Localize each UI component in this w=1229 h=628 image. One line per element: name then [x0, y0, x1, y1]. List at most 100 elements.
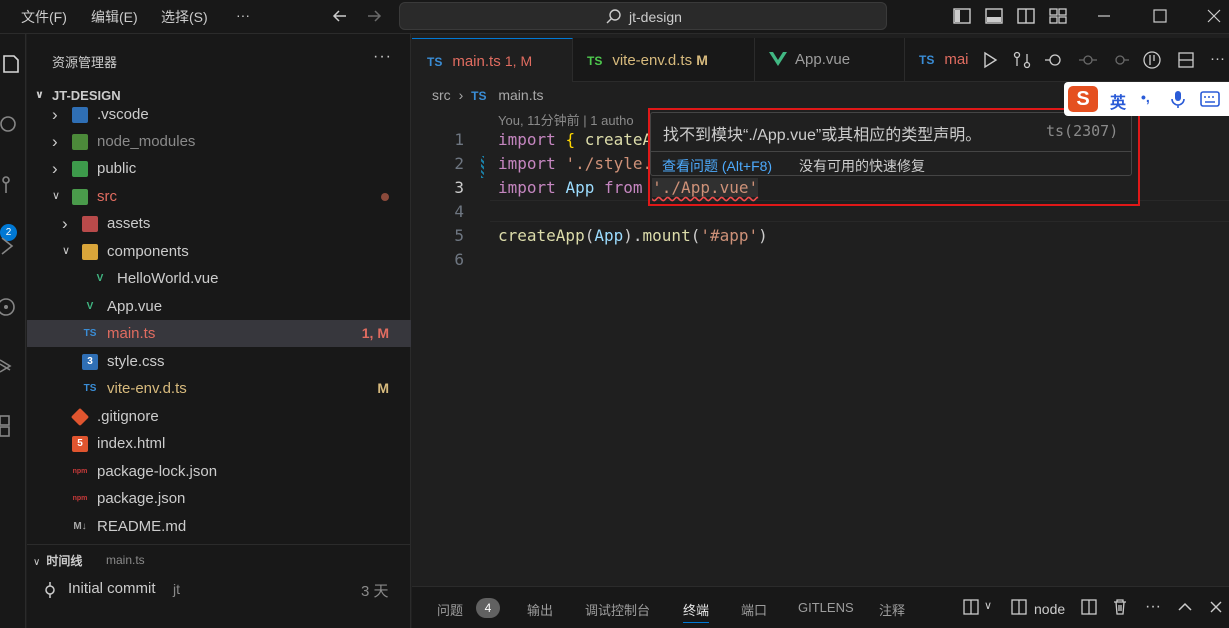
- toggle-panel-icon[interactable]: [984, 6, 1004, 26]
- tree-item[interactable]: 5 index.html: [27, 430, 411, 457]
- toggle-primary-sidebar-icon[interactable]: [952, 6, 972, 26]
- close-panel-icon[interactable]: [1207, 598, 1225, 616]
- breadcrumb-file[interactable]: main.ts: [498, 87, 543, 103]
- tab-output[interactable]: 输出: [527, 600, 553, 619]
- customize-layout-icon[interactable]: [1048, 6, 1068, 26]
- tab-app-vue[interactable]: App.vue: [755, 38, 905, 82]
- ime-punctuation-toggle[interactable]: •,: [1141, 89, 1150, 105]
- back-arrow-icon[interactable]: [330, 6, 350, 26]
- gitlens-inspect-icon[interactable]: [1143, 51, 1161, 69]
- tree-item[interactable]: V App.vue: [27, 293, 411, 320]
- tree-item[interactable]: .gitignore: [27, 403, 411, 430]
- chevron-down-icon: ∨: [62, 245, 71, 257]
- tree-item-label: HelloWorld.vue: [117, 270, 219, 287]
- sogou-logo-icon[interactable]: S: [1068, 86, 1098, 112]
- tab-main-ts[interactable]: TS main.ts 1, M: [412, 38, 573, 82]
- node-folder-icon: [72, 134, 88, 150]
- breadcrumb: src › TS main.ts: [432, 87, 543, 103]
- breadcrumb-folder[interactable]: src: [432, 87, 451, 103]
- tab-terminal[interactable]: 终端: [683, 600, 710, 623]
- line-number: 4: [454, 202, 464, 221]
- chevron-right-icon: ›: [62, 214, 68, 233]
- extensions-icon[interactable]: [0, 412, 26, 438]
- more-actions-icon[interactable]: ···: [1210, 50, 1225, 67]
- tree-item[interactable]: npm package-lock.json: [27, 458, 411, 485]
- tree-item-label: .vscode: [97, 106, 149, 123]
- tree-item[interactable]: ∨ src: [27, 183, 411, 210]
- tree-item-label: node_modules: [97, 133, 196, 150]
- split-editor-icon[interactable]: [1177, 51, 1195, 69]
- tree-item[interactable]: › .vscode: [27, 101, 411, 128]
- terminal-name[interactable]: node: [1034, 601, 1065, 617]
- timeline-compare-icon[interactable]: [1045, 51, 1063, 69]
- trash-icon[interactable]: [1111, 598, 1129, 616]
- tab-vite-env[interactable]: TS vite-env.d.ts M: [573, 38, 755, 82]
- tree-item[interactable]: TS vite-env.d.ts M: [27, 375, 411, 402]
- commit-author: jt: [173, 581, 180, 597]
- tab-problems[interactable]: 问题: [437, 600, 463, 619]
- timeline-entry[interactable]: Initial commit jt 3 天: [27, 577, 411, 603]
- tree-item-label: assets: [107, 215, 151, 232]
- timeline-header[interactable]: ∨ 时间线: [33, 552, 82, 569]
- search-view-icon[interactable]: [0, 112, 26, 138]
- gitlens-icon[interactable]: [0, 354, 26, 380]
- layout-panel-icon[interactable]: [962, 598, 980, 616]
- chevron-down-icon: ∨: [52, 190, 61, 202]
- command-center-search[interactable]: jt-design: [399, 2, 887, 30]
- tab-comments[interactable]: 注释: [879, 600, 905, 619]
- vscode-folder-icon: [72, 107, 88, 123]
- tree-item[interactable]: V HelloWorld.vue: [27, 265, 411, 292]
- tab-ports[interactable]: 端口: [741, 600, 767, 619]
- tab-main-ts-2[interactable]: TS mai: [905, 38, 977, 82]
- tree-item-label: README.md: [97, 518, 187, 535]
- assets-folder-icon: [82, 216, 98, 232]
- tree-item[interactable]: › assets: [27, 210, 411, 237]
- minimize-icon[interactable]: [1094, 6, 1114, 26]
- tree-item-label: package.json: [97, 490, 186, 507]
- tree-item[interactable]: TS main.ts 1, M: [27, 320, 411, 347]
- line-number: 5: [454, 226, 464, 245]
- menu-selection[interactable]: 选择(S): [161, 7, 208, 27]
- source-control-icon[interactable]: [0, 174, 26, 200]
- next-revision-icon[interactable]: [1111, 51, 1129, 69]
- microphone-icon[interactable]: [1170, 90, 1186, 108]
- code-text: import { createA: [498, 130, 653, 149]
- maximize-icon[interactable]: [1150, 6, 1170, 26]
- tree-item-label: .gitignore: [97, 408, 159, 425]
- compare-changes-icon[interactable]: [1013, 51, 1031, 69]
- run-debug-icon[interactable]: [0, 234, 26, 260]
- tree-item[interactable]: npm package.json: [27, 485, 411, 512]
- timeline-section: ∨ 时间线 main.ts Initial commit jt 3 天: [27, 544, 411, 628]
- components-folder-icon: [82, 244, 98, 260]
- explorer-icon[interactable]: [0, 52, 26, 78]
- menu-file[interactable]: 文件(F): [21, 7, 67, 27]
- git-icon: [70, 407, 90, 427]
- tree-item-label: components: [107, 243, 189, 260]
- tab-gitlens[interactable]: GITLENS: [798, 600, 854, 615]
- terminal-split-icon[interactable]: [1010, 598, 1028, 616]
- tab-debug-console[interactable]: 调试控制台: [585, 600, 650, 619]
- menu-edit[interactable]: 编辑(E): [91, 7, 138, 27]
- tree-item[interactable]: M↓ README.md: [27, 513, 411, 540]
- remote-explorer-icon[interactable]: [0, 294, 26, 320]
- split-terminal-icon[interactable]: [1080, 598, 1098, 616]
- tree-item[interactable]: 3 style.css: [27, 348, 411, 375]
- run-icon[interactable]: [981, 51, 999, 69]
- tree-item[interactable]: ∨ components: [27, 238, 411, 265]
- close-icon[interactable]: [1204, 6, 1224, 26]
- keyboard-icon[interactable]: [1200, 91, 1220, 107]
- forward-arrow-icon[interactable]: [364, 6, 384, 26]
- tree-item[interactable]: › node_modules: [27, 128, 411, 155]
- maximize-panel-icon[interactable]: [1176, 598, 1194, 616]
- tree-item[interactable]: › public: [27, 155, 411, 182]
- vue-icon: V: [96, 273, 104, 284]
- previous-revision-icon[interactable]: [1079, 51, 1097, 69]
- chevron-down-icon[interactable]: ∨: [984, 599, 992, 612]
- ime-language-toggle[interactable]: 英: [1110, 89, 1126, 113]
- menu-more[interactable]: ···: [236, 7, 250, 23]
- toggle-secondary-sidebar-icon[interactable]: [1016, 6, 1036, 26]
- markdown-icon: M↓: [73, 521, 87, 532]
- ts-icon: TS: [83, 383, 97, 394]
- explorer-more-button[interactable]: ···: [373, 48, 392, 66]
- more-actions-icon[interactable]: ···: [1145, 598, 1161, 616]
